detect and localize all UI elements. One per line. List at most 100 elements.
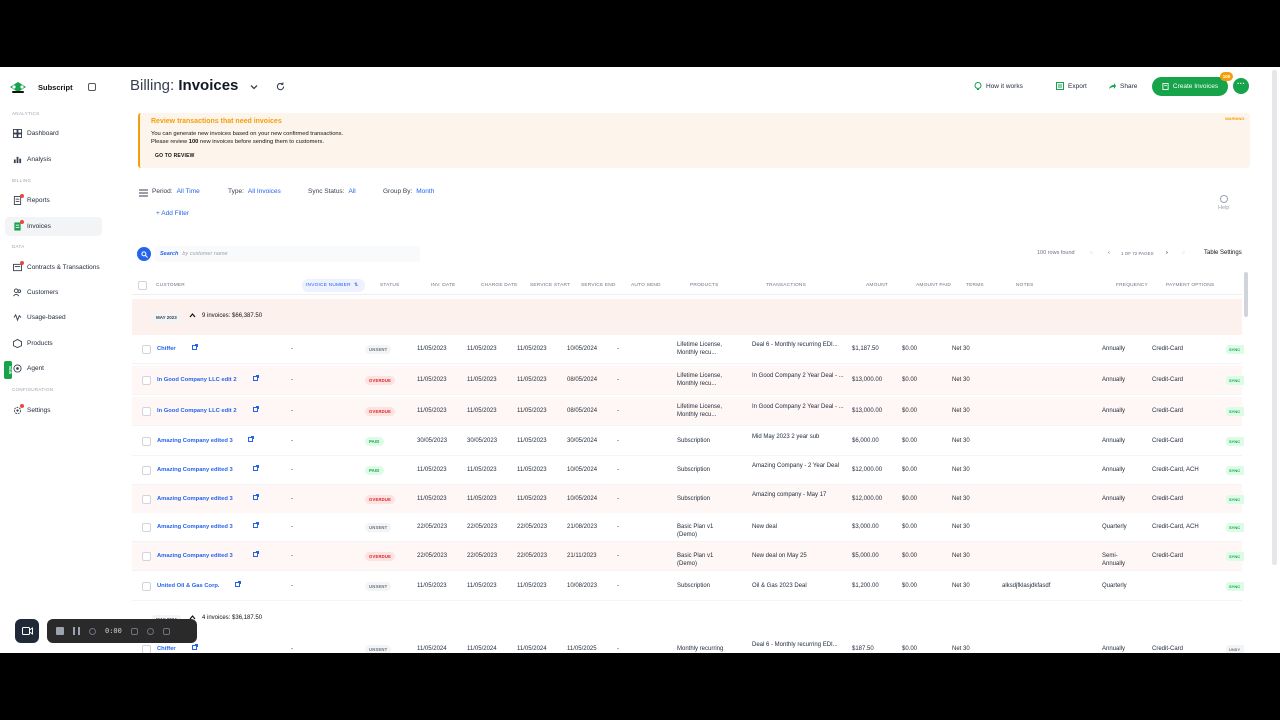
help-button[interactable]: Help: [1218, 195, 1229, 211]
col-inv-date[interactable]: INV. DATE: [431, 283, 455, 288]
customer-link[interactable]: Chiffer: [157, 346, 176, 352]
row-checkbox[interactable]: [142, 407, 151, 416]
sidebar-item-invoices[interactable]: Invoices: [5, 217, 102, 236]
col-service-start[interactable]: SERVICE START: [530, 283, 570, 288]
table-row[interactable]: Amazing Company edited 3 OVERDUE - 11/05/20…: [132, 485, 1244, 514]
row-checkbox[interactable]: [142, 376, 151, 385]
sidebar-item-agent[interactable]: Agent: [5, 359, 102, 378]
external-link-icon[interactable]: [253, 375, 259, 381]
table-row[interactable]: Amazing Company edited 3 PAID - 30/05/2023 3…: [132, 427, 1244, 456]
row-checkbox[interactable]: [142, 645, 151, 653]
sidebar-item-usage-based[interactable]: Usage-based: [5, 308, 102, 327]
grid-icon[interactable]: [130, 627, 138, 635]
row-checkbox[interactable]: [142, 437, 151, 446]
type-filter[interactable]: Type: All Invoices: [228, 188, 281, 195]
pause-icon[interactable]: [73, 627, 80, 635]
row-checkbox[interactable]: [142, 495, 151, 504]
col-charge-date[interactable]: CHARGE DATE: [481, 283, 518, 288]
customer-link[interactable]: United Oil & Gas Corp.: [157, 583, 219, 589]
col-invoice-number[interactable]: INVOICE NUMBER: [306, 283, 351, 288]
col-transactions[interactable]: TRANSACTIONS: [766, 283, 806, 288]
external-link-icon[interactable]: [235, 581, 241, 587]
page-scrollbar[interactable]: [1272, 70, 1277, 565]
external-link-icon[interactable]: [253, 551, 259, 557]
prev-page-icon[interactable]: ‹: [1108, 250, 1110, 256]
col-terms[interactable]: TERMS: [966, 283, 984, 288]
go-to-review-link[interactable]: GO TO REVIEW: [155, 153, 195, 159]
table-row[interactable]: In Good Company LLC edit 2 OVERDUE - 11/05/…: [132, 397, 1244, 426]
sidebar-item-settings[interactable]: Settings: [5, 401, 102, 420]
stop-icon[interactable]: [56, 627, 64, 635]
table-scrollbar[interactable]: [1244, 272, 1248, 317]
select-all-checkbox[interactable]: [138, 281, 147, 290]
sort-icon[interactable]: ⇅: [354, 283, 358, 288]
chevron-down-icon[interactable]: [250, 83, 258, 91]
first-page-icon[interactable]: «: [1090, 250, 1093, 256]
row-checkbox[interactable]: [142, 466, 151, 475]
camera-button[interactable]: [15, 619, 39, 643]
table-row[interactable]: Chiffer UNSENT - 11/05/2024 11/05/2024 11/05/…: [132, 635, 1244, 653]
group-by-filter[interactable]: Group By: Month: [383, 188, 434, 195]
customer-link[interactable]: Amazing Company edited 3: [157, 467, 233, 473]
customer-link[interactable]: In Good Company LLC edit 2: [157, 377, 237, 383]
row-checkbox[interactable]: [142, 582, 151, 591]
customer-link[interactable]: Amazing Company edited 3: [157, 553, 233, 559]
last-page-icon[interactable]: »: [1182, 250, 1185, 256]
row-checkbox[interactable]: [142, 552, 151, 561]
sidebar-item-dashboard[interactable]: Dashboard: [5, 124, 102, 143]
export-button[interactable]: Export: [1056, 79, 1087, 93]
external-link-icon[interactable]: [253, 465, 259, 471]
col-status[interactable]: STATUS: [380, 283, 399, 288]
filter-icon[interactable]: [139, 189, 148, 197]
sidebar-item-contracts[interactable]: Contracts & Transactions: [5, 258, 102, 277]
customer-link[interactable]: Chiffer: [157, 646, 176, 652]
external-link-icon[interactable]: [248, 436, 254, 442]
table-row[interactable]: Amazing Company edited 3 OVERDUE - 22/05/20…: [132, 542, 1244, 571]
col-auto-send[interactable]: AUTO SEND: [631, 283, 661, 288]
more-options-button[interactable]: ···: [1233, 78, 1249, 94]
col-amount[interactable]: AMOUNT: [866, 283, 888, 288]
external-link-icon[interactable]: [192, 644, 198, 650]
col-frequency[interactable]: FREQUENCY: [1116, 283, 1148, 288]
table-settings-button[interactable]: Table Settings: [1204, 250, 1242, 256]
add-filter-button[interactable]: + Add Filter: [156, 210, 189, 217]
create-invoices-button[interactable]: Create Invoices: [1152, 77, 1228, 96]
customer-link[interactable]: Amazing Company edited 3: [157, 496, 233, 502]
row-checkbox[interactable]: [142, 523, 151, 532]
table-row[interactable]: Chiffer UNSENT - 11/05/2023 11/05/2023 11/05/…: [132, 335, 1244, 364]
col-payment-options[interactable]: PAYMENT OPTIONS: [1166, 283, 1214, 288]
customer-link[interactable]: Amazing Company edited 3: [157, 438, 233, 444]
customer-link[interactable]: Amazing Company edited 3: [157, 524, 233, 530]
search-button[interactable]: [137, 247, 151, 261]
table-row[interactable]: United Oil & Gas Corp. UNSENT - 11/05/2023 1…: [132, 572, 1244, 601]
row-checkbox[interactable]: [142, 345, 151, 354]
external-link-icon[interactable]: [253, 406, 259, 412]
search-input[interactable]: Search by customer name: [155, 246, 420, 262]
table-row[interactable]: In Good Company LLC edit 2 OVERDUE - 11/05/…: [132, 366, 1244, 395]
group-row[interactable]: MAY 2024 4 invoices: $36,187.50: [132, 601, 1242, 637]
chevron-up-icon[interactable]: [189, 312, 196, 319]
restart-icon[interactable]: [146, 627, 154, 635]
col-products[interactable]: PRODUCTS: [690, 283, 719, 288]
trash-icon[interactable]: [162, 627, 170, 635]
next-page-icon[interactable]: ›: [1166, 250, 1168, 256]
external-link-icon[interactable]: [253, 494, 259, 500]
table-row[interactable]: Amazing Company edited 3 UNSENT - 22/05/202…: [132, 513, 1244, 542]
customer-link[interactable]: In Good Company LLC edit 2: [157, 408, 237, 414]
mic-icon[interactable]: [89, 627, 96, 635]
sidebar-item-reports[interactable]: Reports: [5, 191, 102, 210]
table-row[interactable]: Amazing Company edited 3 PAID - 11/05/2023 1…: [132, 456, 1244, 485]
col-amount-paid[interactable]: AMOUNT PAID: [916, 283, 951, 288]
group-row[interactable]: MAY 2023 9 invoices: $66,387.50: [132, 299, 1242, 335]
sidebar-item-customers[interactable]: Customers: [5, 283, 102, 302]
external-link-icon[interactable]: [253, 522, 259, 528]
sidebar-item-products[interactable]: Products: [5, 334, 102, 353]
sync-status-filter[interactable]: Sync Status: All: [308, 188, 356, 195]
how-it-works-button[interactable]: How it works: [974, 79, 1023, 93]
col-customer[interactable]: CUSTOMER: [156, 283, 185, 288]
col-notes[interactable]: NOTES: [1016, 283, 1034, 288]
refresh-icon[interactable]: [276, 82, 285, 91]
share-button[interactable]: Share: [1108, 79, 1137, 93]
col-service-end[interactable]: SERVICE END: [581, 283, 616, 288]
brand[interactable]: [9, 80, 27, 94]
